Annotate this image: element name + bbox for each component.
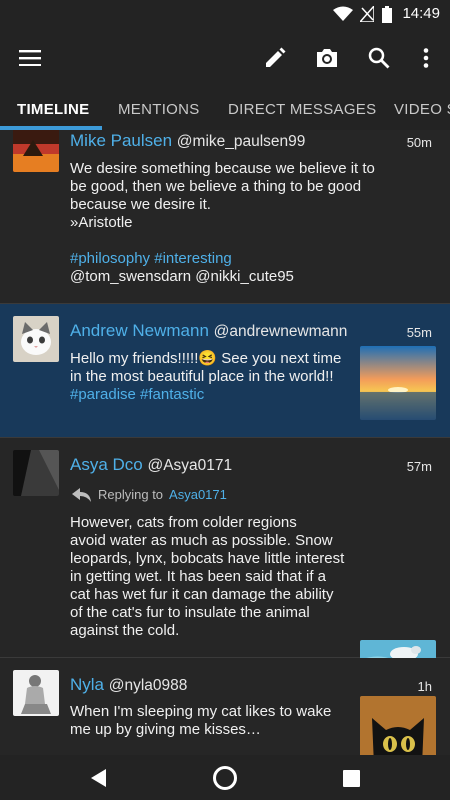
user-name[interactable]: Andrew Newmann (70, 321, 209, 340)
avatar[interactable] (13, 670, 59, 716)
avatar[interactable] (13, 130, 59, 172)
user-name[interactable]: Mike Paulsen (70, 131, 172, 150)
user-name[interactable]: Nyla (70, 675, 104, 694)
user-handle: @mike_paulsen99 (176, 133, 306, 150)
menu-icon (19, 50, 41, 66)
tweet-item[interactable]: Asya Dco @Asya0171 57m Replying to Asya0… (0, 438, 450, 714)
system-nav-bar (0, 755, 450, 800)
more-vert-icon (423, 48, 429, 68)
tab-bar: TIMELINE MENTIONS DIRECT MESSAGES VIDEO … (0, 88, 450, 130)
tab-video[interactable]: VIDEO S (394, 101, 450, 118)
tweet-time: 55m (406, 325, 432, 340)
battery-icon (382, 6, 392, 23)
avatar[interactable] (13, 450, 59, 496)
user-handle: @andrewnewmann (213, 323, 348, 340)
clock: 14:49 (402, 5, 440, 22)
home-button[interactable] (210, 763, 240, 793)
app-bar (0, 28, 450, 88)
tweet-time: 50m (406, 135, 432, 150)
tweet-time: 1h (417, 679, 432, 694)
avatar[interactable] (13, 316, 59, 362)
tweet-time: 57m (406, 459, 432, 474)
search-icon (368, 47, 390, 69)
camera-button[interactable] (311, 42, 343, 74)
tweet-text: Hello my friends!!!!!😆 See you next time… (70, 350, 342, 404)
more-options-button[interactable] (410, 42, 442, 74)
back-icon (91, 769, 106, 787)
wifi-icon (333, 6, 353, 21)
mentions[interactable]: @tom_swensdarn @nikki_cute95 (70, 268, 375, 286)
home-icon (213, 766, 237, 790)
menu-button[interactable] (14, 42, 46, 74)
tab-direct-messages[interactable]: DIRECT MESSAGES (228, 101, 376, 118)
no-signal-icon (360, 6, 374, 22)
reply-to-link[interactable]: Asya0171 (169, 487, 227, 502)
tweet-item[interactable]: Mike Paulsen @mike_paulsen99 50m We desi… (0, 130, 450, 304)
status-bar: 14:49 (0, 0, 450, 28)
pencil-icon (266, 47, 286, 67)
tweet-text: We desire something because we believe i… (70, 160, 375, 286)
tweet-item[interactable]: Nyla @nyla0988 1h When I'm sleeping my c… (0, 658, 450, 755)
user-handle: @nyla0988 (108, 677, 188, 694)
recents-button[interactable] (336, 763, 366, 793)
tweet-text: However, cats from colder regions avoid … (70, 514, 345, 639)
tweet-image[interactable] (360, 346, 436, 420)
reply-indicator: Replying to Asya0171 (72, 487, 227, 502)
reply-icon (72, 487, 91, 502)
tab-mentions[interactable]: MENTIONS (118, 101, 200, 118)
tweet-item[interactable]: Andrew Newmann @andrewnewmann 55m Hello … (0, 304, 450, 438)
back-button[interactable] (84, 763, 114, 793)
hashtags[interactable]: #paradise #fantastic (70, 386, 341, 404)
user-handle: @Asya0171 (147, 457, 233, 474)
camera-icon (317, 49, 337, 67)
tweet-text: When I'm sleeping my cat likes to wake m… (70, 703, 332, 738)
compose-button[interactable] (259, 42, 291, 74)
timeline-feed[interactable]: Mike Paulsen @mike_paulsen99 50m We desi… (0, 130, 450, 755)
user-name[interactable]: Asya Dco (70, 455, 143, 474)
tab-timeline[interactable]: TIMELINE (17, 101, 89, 118)
search-button[interactable] (363, 42, 395, 74)
recents-icon (342, 769, 360, 787)
tweet-image[interactable] (360, 696, 436, 755)
hashtags[interactable]: #philosophy #interesting (70, 250, 375, 268)
